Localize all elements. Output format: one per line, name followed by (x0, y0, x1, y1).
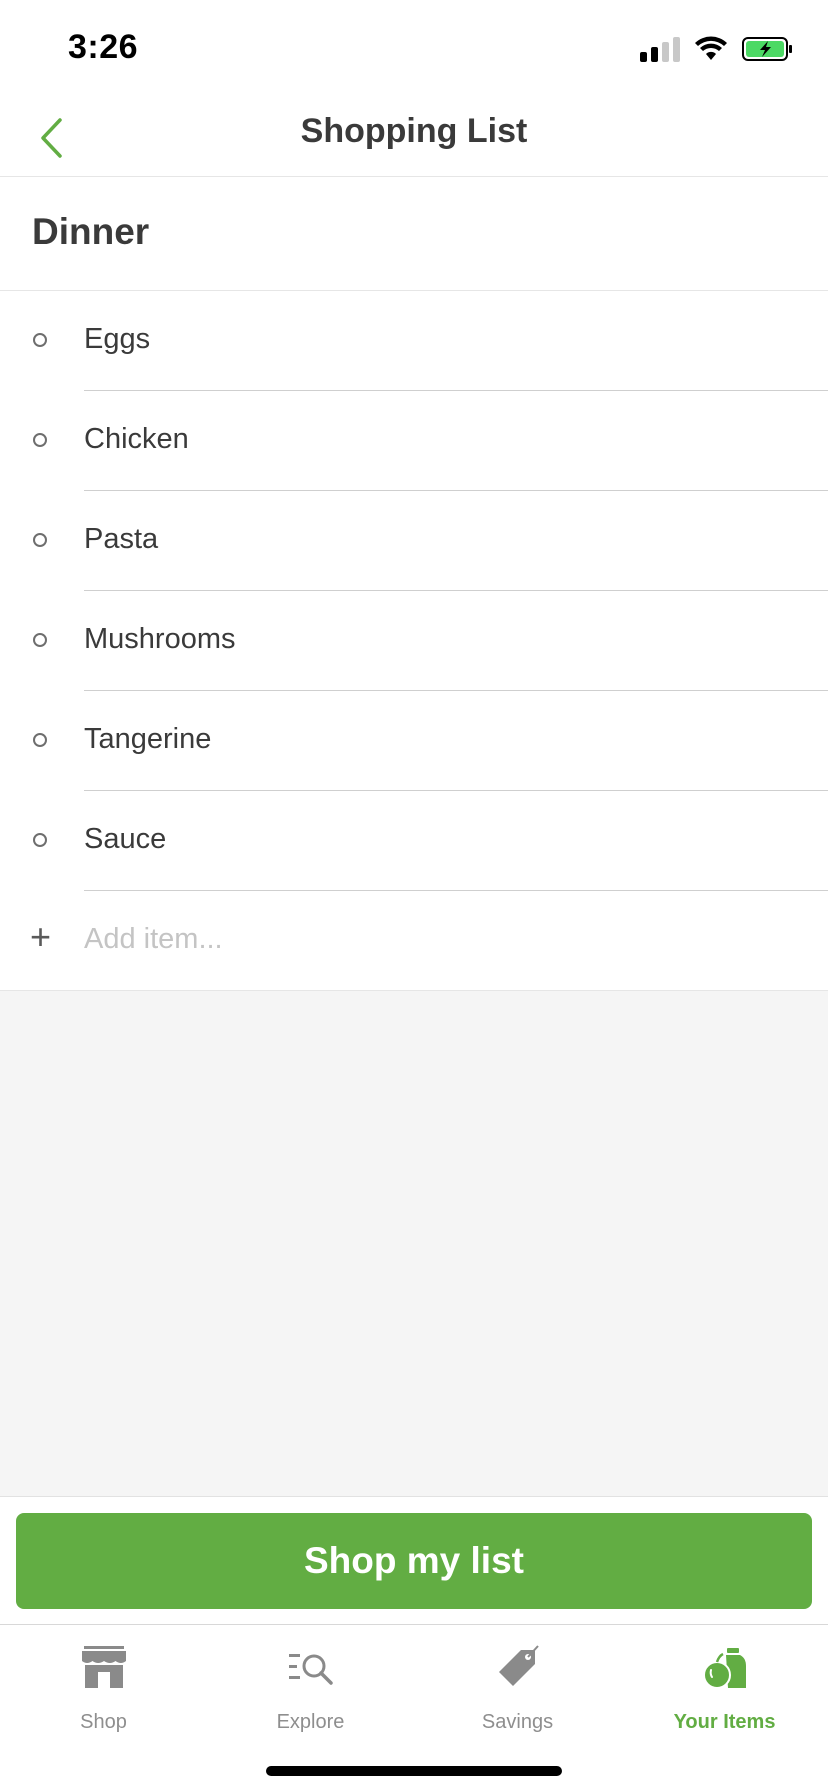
checkbox-circle-icon[interactable] (33, 433, 47, 447)
list-item[interactable]: Mushrooms (0, 591, 828, 691)
page-title: Shopping List (300, 112, 528, 150)
list-item[interactable]: Chicken (0, 391, 828, 491)
tab-label: Savings (481, 1711, 554, 1733)
tab-savings[interactable]: Savings (414, 1639, 621, 1739)
wifi-icon (695, 36, 727, 60)
explore-search-icon (288, 1654, 333, 1685)
checkbox-circle-icon[interactable] (33, 333, 47, 347)
tab-explore[interactable]: Explore (207, 1639, 414, 1739)
tab-label: Your Items (673, 1711, 776, 1733)
item-label: Eggs (84, 323, 151, 355)
status-icons (640, 36, 794, 62)
battery-charging-icon (742, 37, 792, 61)
add-item-input[interactable] (84, 917, 684, 961)
checkbox-circle-icon[interactable] (33, 833, 47, 847)
tab-label: Explore (276, 1711, 345, 1733)
cellular-signal-icon (640, 36, 680, 62)
shop-my-list-button[interactable]: Shop my list (16, 1513, 812, 1609)
navigation-header: Shopping List (0, 100, 828, 177)
produce-icon (702, 1648, 746, 1689)
item-label: Sauce (84, 823, 167, 855)
tab-shop[interactable]: Shop (0, 1639, 207, 1739)
list-item[interactable]: Tangerine (0, 691, 828, 791)
item-label: Chicken (84, 423, 189, 455)
list-item[interactable]: Pasta (0, 491, 828, 591)
home-indicator[interactable] (266, 1766, 562, 1776)
plus-icon[interactable]: + (30, 919, 51, 955)
item-label: Pasta (84, 523, 159, 555)
tab-your-items[interactable]: Your Items (621, 1639, 828, 1739)
empty-area (0, 991, 828, 1497)
storefront-icon (81, 1646, 126, 1688)
status-time: 3:26 (68, 28, 139, 66)
tab-label: Shop (80, 1711, 127, 1733)
list-title[interactable]: Dinner (32, 211, 149, 253)
checkbox-circle-icon[interactable] (33, 733, 47, 747)
checkbox-circle-icon[interactable] (33, 533, 47, 547)
add-item-row: + (0, 891, 828, 991)
cta-container: Shop my list (0, 1497, 828, 1625)
status-bar: 3:26 (0, 0, 828, 100)
shopping-list-items: Eggs Chicken Pasta Mushrooms Tangerine S… (0, 291, 828, 891)
list-item[interactable]: Sauce (0, 791, 828, 891)
list-item[interactable]: Eggs (0, 291, 828, 391)
item-label: Tangerine (84, 723, 212, 755)
checkbox-circle-icon[interactable] (33, 633, 47, 647)
list-title-row: Dinner (0, 177, 828, 291)
item-label: Mushrooms (84, 623, 236, 655)
price-tag-icon (498, 1645, 539, 1686)
